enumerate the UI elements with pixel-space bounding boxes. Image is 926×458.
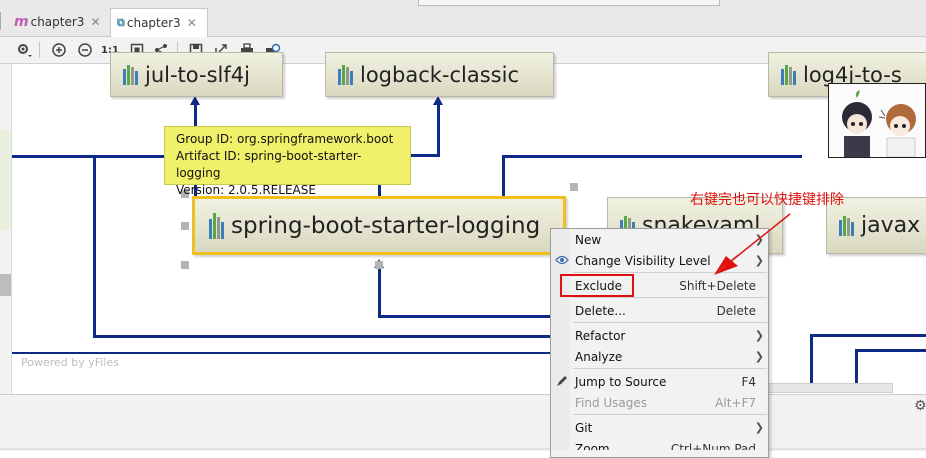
edge (502, 155, 505, 200)
edge (855, 349, 926, 352)
bottom-panel (0, 394, 926, 451)
menu-item-label: Git (575, 420, 593, 435)
node-label: jul-to-slf4j (145, 62, 250, 87)
zoom-in-icon[interactable] (49, 40, 69, 60)
library-icon (209, 212, 225, 239)
annotation-arrow-icon (714, 213, 791, 275)
tooltip-label: Artifact ID: (176, 149, 245, 163)
menu-item-zoom[interactable]: Zoom... Ctrl+Num Pad (551, 439, 768, 450)
edge (12, 155, 172, 158)
menu-item-git[interactable]: Git ❯ (551, 417, 768, 438)
gutter-marker (0, 274, 11, 296)
tab-label: chapter3 (30, 15, 85, 29)
powered-by-label: Powered by yFiles (21, 356, 119, 369)
menu-item-label: Change Visibility Level (575, 253, 711, 268)
edge (93, 155, 96, 338)
pencil-icon (555, 374, 569, 391)
menu-item-label: Delete... (575, 303, 626, 318)
library-icon (123, 64, 139, 85)
toolbar-separator (39, 42, 40, 58)
edge-arrowhead (433, 96, 443, 105)
node-label: spring-boot-starter-logging (231, 212, 541, 239)
resize-handle[interactable] (570, 183, 578, 191)
menu-item-label: New (575, 232, 602, 247)
menu-item-refactor[interactable]: Refactor ❯ (551, 325, 768, 346)
annotation-highlight-box (560, 274, 634, 297)
zoom-out-icon[interactable] (75, 40, 95, 60)
library-icon (338, 64, 354, 85)
menu-item-shortcut: Shift+Delete (679, 278, 756, 293)
menu-item-shortcut: Ctrl+Num Pad (670, 442, 756, 450)
gear-icon[interactable]: ⚙ (914, 398, 926, 414)
menu-item-shortcut: Delete (716, 303, 756, 318)
resize-handle[interactable] (181, 261, 189, 269)
tooltip-label: Group ID: (176, 132, 237, 146)
edge (437, 104, 440, 156)
menu-item-label: Jump to Source (575, 374, 667, 389)
menu-item-label: Zoom... (575, 442, 622, 450)
menu-separator (573, 297, 767, 298)
chevron-right-icon: ❯ (754, 329, 764, 342)
node-jul-to-slf4j[interactable]: jul-to-slf4j (110, 52, 283, 97)
tooltip-value: 2.0.5.RELEASE (227, 183, 316, 197)
edge-arrowhead (190, 96, 200, 105)
settings-dropdown-icon[interactable] (14, 40, 34, 60)
library-icon (781, 64, 797, 85)
menu-item-shortcut: Alt+F7 (715, 395, 756, 410)
annotation-text: 右键完也可以快捷键排除 (690, 192, 844, 208)
menu-item-jump-to-source[interactable]: Jump to Source F4 (551, 371, 768, 392)
edge (12, 352, 552, 354)
menu-item-label: Refactor (575, 328, 626, 343)
menu-item-label: Find Usages (575, 395, 648, 410)
edge (378, 266, 381, 318)
artifact-tooltip: Group ID: org.springframework.boot Artif… (164, 126, 411, 197)
tooltip-label: Version: (176, 183, 228, 197)
avatar (828, 83, 926, 158)
node-label: logback-classic (360, 62, 520, 87)
tooltip-version-row: Version: 2.0.5.RELEASE (176, 182, 399, 199)
tooltip-value: org.springframework.boot (236, 132, 394, 146)
menu-item-analyze[interactable]: Analyze ❯ (551, 346, 768, 367)
library-icon (839, 215, 855, 236)
node-logback-classic[interactable]: logback-classic (325, 52, 554, 97)
menu-item-find-usages: Find Usages Alt+F7 (551, 392, 768, 413)
chevron-right-icon: ❯ (754, 421, 764, 434)
resize-handle[interactable] (375, 261, 383, 269)
menu-item-shortcut: F4 (741, 374, 756, 389)
edge (810, 334, 926, 337)
node-spring-boot-starter-logging[interactable]: spring-boot-starter-logging (192, 196, 566, 255)
menu-separator (573, 414, 767, 415)
edge (855, 349, 858, 384)
tab-bar-fragment (418, 0, 720, 6)
edge (502, 155, 802, 158)
tab-bar-left-separator (0, 12, 1, 30)
menu-item-label: Analyze (575, 349, 623, 364)
tooltip-artifact-row: Artifact ID: spring-boot-starter-logging (176, 148, 399, 182)
tooltip-group-row: Group ID: org.springframework.boot (176, 131, 399, 148)
resize-handle[interactable] (181, 222, 189, 230)
node-label: javax (861, 213, 921, 238)
module-m-icon: m (14, 14, 29, 30)
visibility-eye-icon (555, 253, 569, 270)
close-icon[interactable]: ✕ (90, 15, 100, 29)
edge (93, 335, 552, 338)
close-icon[interactable]: ✕ (187, 16, 197, 30)
menu-separator (573, 368, 767, 369)
diagram-icon: ⧉ (117, 16, 125, 29)
menu-separator (573, 322, 767, 323)
tab-chapter3-module[interactable]: m chapter3 ✕ (8, 8, 108, 36)
tab-chapter3-diagram[interactable]: ⧉ chapter3 ✕ (110, 8, 208, 37)
horizontal-scrollbar[interactable] (760, 383, 893, 393)
edge (378, 315, 552, 318)
menu-item-delete[interactable]: Delete... Delete (551, 300, 768, 321)
edge (810, 334, 813, 384)
chevron-right-icon: ❯ (754, 350, 764, 363)
tab-label: chapter3 (126, 16, 181, 30)
gutter-highlight (0, 130, 11, 230)
